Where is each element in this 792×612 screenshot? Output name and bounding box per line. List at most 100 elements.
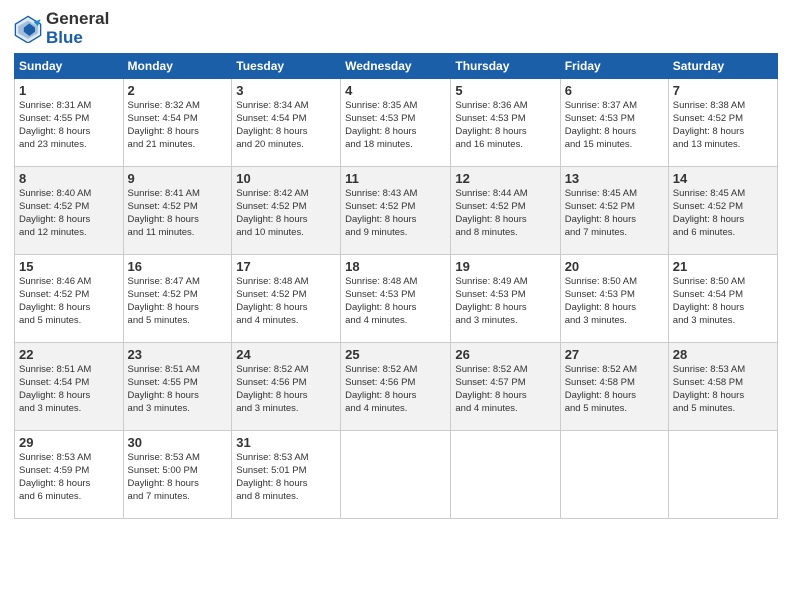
day-number: 25 [345,347,446,362]
day-number: 29 [19,435,119,450]
day-info: Sunrise: 8:53 AMSunset: 4:58 PMDaylight:… [673,364,773,415]
day-number: 9 [128,171,228,186]
calendar-cell: 31 Sunrise: 8:53 AMSunset: 5:01 PMDayligh… [232,431,341,519]
day-number: 28 [673,347,773,362]
day-info: Sunrise: 8:45 AMSunset: 4:52 PMDaylight:… [673,188,773,239]
day-info: Sunrise: 8:40 AMSunset: 4:52 PMDaylight:… [19,188,119,239]
day-info: Sunrise: 8:47 AMSunset: 4:52 PMDaylight:… [128,276,228,327]
day-info: Sunrise: 8:36 AMSunset: 4:53 PMDaylight:… [455,100,555,151]
day-info: Sunrise: 8:48 AMSunset: 4:52 PMDaylight:… [236,276,336,327]
calendar-cell: 21 Sunrise: 8:50 AMSunset: 4:54 PMDayligh… [668,255,777,343]
calendar-cell: 10 Sunrise: 8:42 AMSunset: 4:52 PMDayligh… [232,167,341,255]
calendar-header: SundayMondayTuesdayWednesdayThursdayFrid… [15,54,778,79]
day-info: Sunrise: 8:50 AMSunset: 4:54 PMDaylight:… [673,276,773,327]
day-info: Sunrise: 8:44 AMSunset: 4:52 PMDaylight:… [455,188,555,239]
day-info: Sunrise: 8:53 AMSunset: 5:00 PMDaylight:… [128,452,228,503]
calendar-cell: 7 Sunrise: 8:38 AMSunset: 4:52 PMDaylight… [668,79,777,167]
calendar-cell [341,431,451,519]
day-number: 30 [128,435,228,450]
day-info: Sunrise: 8:31 AMSunset: 4:55 PMDaylight:… [19,100,119,151]
day-number: 12 [455,171,555,186]
calendar-cell [668,431,777,519]
calendar-cell: 15 Sunrise: 8:46 AMSunset: 4:52 PMDayligh… [15,255,124,343]
day-info: Sunrise: 8:53 AMSunset: 5:01 PMDaylight:… [236,452,336,503]
day-number: 7 [673,83,773,98]
day-number: 11 [345,171,446,186]
calendar-cell: 23Sunrise: 8:51 AMSunset: 4:55 PMDayligh… [123,343,232,431]
day-info: Sunrise: 8:45 AMSunset: 4:52 PMDaylight:… [565,188,664,239]
calendar-week-5: 29 Sunrise: 8:53 AMSunset: 4:59 PMDayligh… [15,431,778,519]
day-info: Sunrise: 8:53 AMSunset: 4:59 PMDaylight:… [19,452,119,503]
weekday-header-tuesday: Tuesday [232,54,341,79]
day-info: Sunrise: 8:52 AMSunset: 4:56 PMDaylight:… [236,364,336,415]
day-number: 10 [236,171,336,186]
day-number: 16 [128,259,228,274]
day-info: Sunrise: 8:37 AMSunset: 4:53 PMDaylight:… [565,100,664,151]
day-info: Sunrise: 8:35 AMSunset: 4:53 PMDaylight:… [345,100,446,151]
day-number: 17 [236,259,336,274]
day-info: Sunrise: 8:51 AMSunset: 4:55 PMDaylight:… [128,364,228,415]
header: General Blue [14,10,778,47]
calendar-cell: 6 Sunrise: 8:37 AMSunset: 4:53 PMDaylight… [560,79,668,167]
calendar-cell: 14 Sunrise: 8:45 AMSunset: 4:52 PMDayligh… [668,167,777,255]
day-number: 2 [128,83,228,98]
calendar-cell: 11 Sunrise: 8:43 AMSunset: 4:52 PMDayligh… [341,167,451,255]
day-info: Sunrise: 8:42 AMSunset: 4:52 PMDaylight:… [236,188,336,239]
calendar-body: 1 Sunrise: 8:31 AMSunset: 4:55 PMDaylight… [15,79,778,519]
day-number: 8 [19,171,119,186]
weekday-header-monday: Monday [123,54,232,79]
day-number: 22 [19,347,119,362]
calendar-week-2: 8 Sunrise: 8:40 AMSunset: 4:52 PMDaylight… [15,167,778,255]
calendar-cell: 5 Sunrise: 8:36 AMSunset: 4:53 PMDaylight… [451,79,560,167]
day-number: 5 [455,83,555,98]
weekday-header-row: SundayMondayTuesdayWednesdayThursdayFrid… [15,54,778,79]
calendar-cell: 28 Sunrise: 8:53 AMSunset: 4:58 PMDayligh… [668,343,777,431]
day-number: 18 [345,259,446,274]
weekday-header-friday: Friday [560,54,668,79]
calendar-cell: 26Sunrise: 8:52 AMSunset: 4:57 PMDayligh… [451,343,560,431]
day-number: 19 [455,259,555,274]
day-number: 4 [345,83,446,98]
calendar-cell: 27 Sunrise: 8:52 AMSunset: 4:58 PMDayligh… [560,343,668,431]
calendar-cell: 19 Sunrise: 8:49 AMSunset: 4:53 PMDayligh… [451,255,560,343]
day-number: 1 [19,83,119,98]
calendar-cell: 4 Sunrise: 8:35 AMSunset: 4:53 PMDaylight… [341,79,451,167]
day-number: 31 [236,435,336,450]
calendar-week-3: 15 Sunrise: 8:46 AMSunset: 4:52 PMDayligh… [15,255,778,343]
day-number: 6 [565,83,664,98]
day-info: Sunrise: 8:49 AMSunset: 4:53 PMDaylight:… [455,276,555,327]
day-number: 15 [19,259,119,274]
calendar-cell: 2Sunrise: 8:32 AMSunset: 4:54 PMDaylight… [123,79,232,167]
calendar-table: SundayMondayTuesdayWednesdayThursdayFrid… [14,53,778,519]
day-number: 14 [673,171,773,186]
day-info: Sunrise: 8:51 AMSunset: 4:54 PMDaylight:… [19,364,119,415]
logo: General Blue [14,10,109,47]
calendar-cell: 30 Sunrise: 8:53 AMSunset: 5:00 PMDayligh… [123,431,232,519]
day-info: Sunrise: 8:34 AMSunset: 4:54 PMDaylight:… [236,100,336,151]
calendar-cell: 25 Sunrise: 8:52 AMSunset: 4:56 PMDayligh… [341,343,451,431]
logo-icon [14,15,42,43]
day-info: Sunrise: 8:52 AMSunset: 4:56 PMDaylight:… [345,364,446,415]
logo-text: General Blue [46,10,109,47]
day-number: 21 [673,259,773,274]
day-info: Sunrise: 8:41 AMSunset: 4:52 PMDaylight:… [128,188,228,239]
calendar-cell: 29 Sunrise: 8:53 AMSunset: 4:59 PMDayligh… [15,431,124,519]
day-info: Sunrise: 8:46 AMSunset: 4:52 PMDaylight:… [19,276,119,327]
day-info: Sunrise: 8:38 AMSunset: 4:52 PMDaylight:… [673,100,773,151]
calendar-cell: 24Sunrise: 8:52 AMSunset: 4:56 PMDayligh… [232,343,341,431]
weekday-header-wednesday: Wednesday [341,54,451,79]
calendar-cell: 16 Sunrise: 8:47 AMSunset: 4:52 PMDayligh… [123,255,232,343]
page-container: General Blue SundayMondayTuesdayWednesda… [0,0,792,525]
calendar-cell: 22 Sunrise: 8:51 AMSunset: 4:54 PMDayligh… [15,343,124,431]
day-info: Sunrise: 8:52 AMSunset: 4:57 PMDaylight:… [455,364,555,415]
day-info: Sunrise: 8:43 AMSunset: 4:52 PMDaylight:… [345,188,446,239]
day-number: 13 [565,171,664,186]
day-number: 27 [565,347,664,362]
calendar-cell: 13 Sunrise: 8:45 AMSunset: 4:52 PMDayligh… [560,167,668,255]
weekday-header-saturday: Saturday [668,54,777,79]
day-info: Sunrise: 8:48 AMSunset: 4:53 PMDaylight:… [345,276,446,327]
calendar-week-1: 1 Sunrise: 8:31 AMSunset: 4:55 PMDaylight… [15,79,778,167]
calendar-week-4: 22 Sunrise: 8:51 AMSunset: 4:54 PMDayligh… [15,343,778,431]
calendar-cell: 18 Sunrise: 8:48 AMSunset: 4:53 PMDayligh… [341,255,451,343]
day-info: Sunrise: 8:52 AMSunset: 4:58 PMDaylight:… [565,364,664,415]
